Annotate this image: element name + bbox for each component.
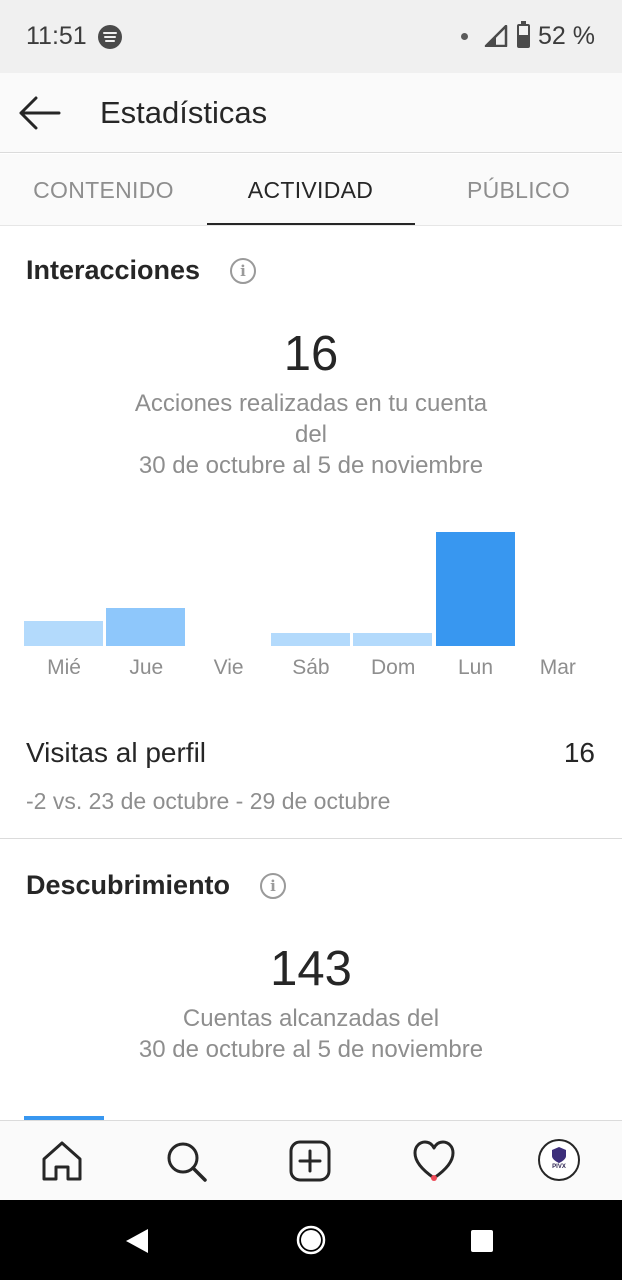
interactions-caption-line: del [294, 421, 328, 448]
tab-actividad[interactable]: ACTIVIDAD [207, 154, 414, 226]
discovery-caption-line: Cuentas alcanzadas del [182, 1005, 440, 1032]
page-title: Estadísticas [100, 95, 268, 130]
interactions-value: 16 [283, 327, 339, 381]
notification-dot [431, 1175, 437, 1181]
chart-bar-5 [435, 531, 515, 646]
notification-dot-icon [461, 33, 468, 40]
chart-label-5: Lun [457, 656, 494, 679]
interactions-title: Interacciones [26, 255, 201, 285]
activity-tab[interactable] [412, 1121, 456, 1201]
interactions-caption-line: Acciones realizadas en tu cuenta [134, 390, 488, 417]
chart-bar-4 [353, 633, 433, 646]
interactions-caption-line: 30 de octubre al 5 de noviembre [138, 452, 484, 479]
profile-avatar[interactable]: PIVX [538, 1139, 580, 1181]
back-nav-icon[interactable] [124, 1228, 150, 1254]
interactions-bar-chart: Mié Jue Vie Sáb Dom Lun Mar [0, 500, 622, 690]
profile-visits-comparison: -2 vs. 23 de octubre - 29 de octubre [26, 788, 391, 814]
status-time: 11:51 [26, 22, 87, 50]
chart-label-1: Jue [129, 656, 164, 679]
home-nav-icon[interactable] [296, 1225, 326, 1255]
tab-publico[interactable]: PÚBLICO [415, 154, 622, 226]
chart-label-4: Dom [371, 656, 416, 679]
divider [0, 838, 622, 839]
chart-label-6: Mar [539, 656, 576, 679]
info-icon[interactable]: i [260, 873, 286, 899]
avatar-text: PIVX [552, 1164, 566, 1170]
info-icon[interactable]: i [230, 258, 256, 284]
status-bar: 11:51 52 % [0, 0, 622, 73]
recents-nav-icon[interactable] [470, 1229, 494, 1253]
arrow-left-icon[interactable] [16, 93, 62, 133]
tab-contenido[interactable]: CONTENIDO [0, 154, 207, 226]
chart-label-0: Mié [47, 656, 81, 679]
shield-logo-icon [552, 1147, 566, 1163]
chart-bar-3 [270, 633, 350, 646]
discovery-caption-line: 30 de octubre al 5 de noviembre [138, 1036, 484, 1063]
bottom-navigation: PIVX [0, 1120, 622, 1200]
search-icon[interactable] [164, 1139, 208, 1183]
discovery-value: 143 [270, 942, 352, 996]
android-navigation-bar [0, 1200, 622, 1280]
interactions-caption: Acciones realizadas en tu cuenta del 30 … [100, 388, 522, 481]
home-icon[interactable] [40, 1139, 84, 1183]
chart-label-3: Sáb [292, 656, 330, 679]
discovery-caption: Cuentas alcanzadas del 30 de octubre al … [100, 1003, 522, 1065]
profile-visits-label: Visitas al perfil [26, 737, 207, 768]
battery-percentage: 52 % [538, 22, 595, 50]
active-tab-indicator [207, 223, 415, 225]
chart-bar-1 [106, 607, 186, 646]
chart-label-2: Vie [213, 656, 244, 679]
signal-icon [484, 25, 508, 47]
discovery-title: Descubrimiento [26, 870, 231, 900]
app-header: Estadísticas [0, 73, 622, 153]
add-post-icon[interactable] [288, 1139, 332, 1183]
profile-visits-value: 16 [563, 737, 595, 768]
spotify-icon [98, 25, 122, 49]
tab-bar: CONTENIDO ACTIVIDAD PÚBLICO [0, 154, 622, 226]
chart-bar-0 [24, 620, 103, 646]
battery-icon [517, 21, 530, 48]
